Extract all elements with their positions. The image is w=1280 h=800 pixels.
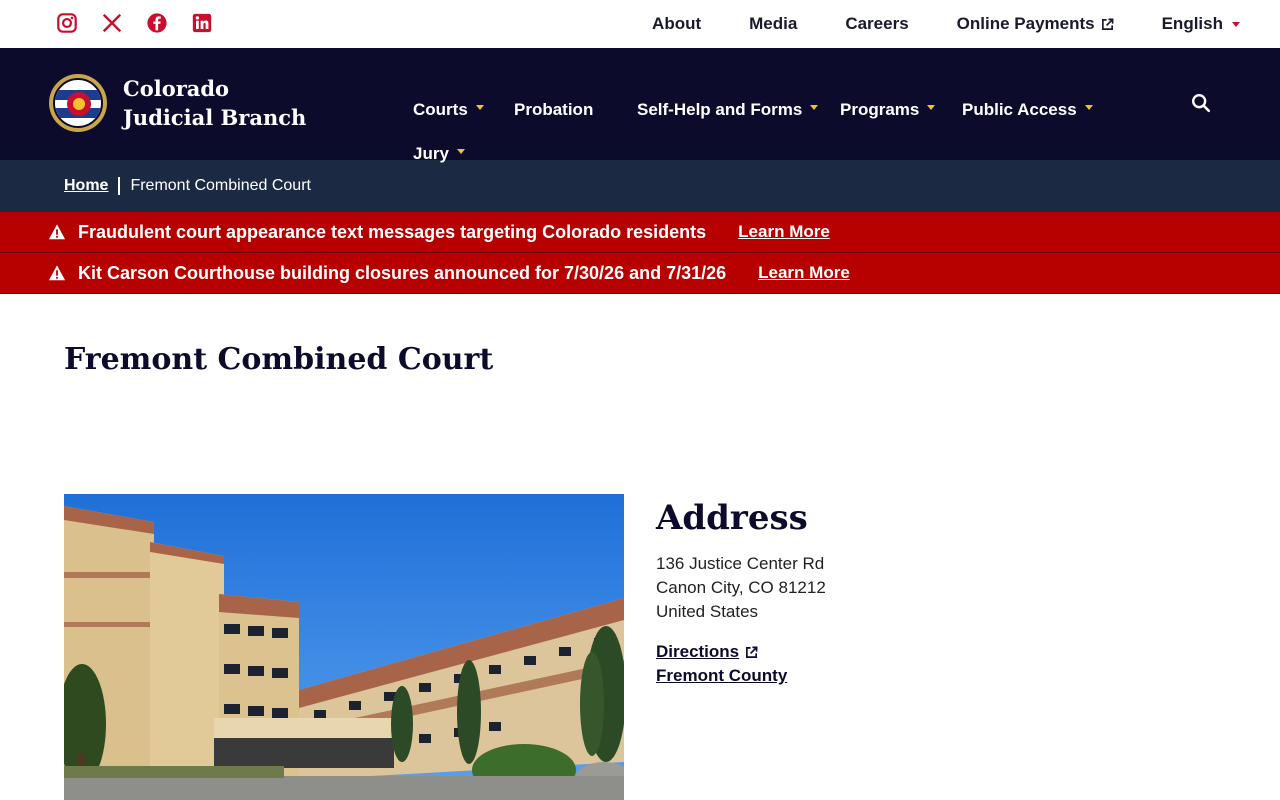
nav-public-access-label: Public Access [962, 100, 1077, 119]
colorado-courts-seal-logo [49, 74, 107, 132]
address-line-street: 136 Justice Center Rd [656, 554, 825, 573]
caret-down-icon [456, 148, 465, 154]
nav-jury[interactable]: Jury [413, 144, 465, 164]
caret-down-icon [927, 104, 936, 110]
breadcrumb-home-link[interactable]: Home [64, 177, 108, 195]
brand-name: Colorado Judicial Branch [123, 76, 307, 130]
alert-banner: Fraudulent court appearance text message… [0, 212, 1280, 253]
directions-label: Directions [656, 642, 740, 661]
instagram-icon [57, 13, 77, 33]
caret-down-icon [1232, 21, 1240, 27]
breadcrumb: Home Fremont Combined Court [0, 160, 1280, 212]
facebook-icon [147, 13, 167, 33]
breadcrumb-separator [118, 177, 121, 195]
linkedin-link[interactable] [191, 12, 215, 36]
online-payments-link[interactable]: Online Payments [957, 14, 1114, 34]
media-link[interactable]: Media [749, 14, 797, 34]
alert-learn-more-link[interactable]: Learn More [758, 263, 850, 283]
address-line-country: United States [656, 602, 759, 621]
about-link[interactable]: About [652, 14, 701, 34]
warning-icon [48, 265, 66, 281]
nav-courts[interactable]: Courts [413, 100, 484, 120]
brand-home-link[interactable]: Colorado Judicial Branch [49, 74, 323, 132]
page-title: Fremont Combined Court [64, 342, 494, 377]
online-payments-label: Online Payments [956, 14, 1095, 33]
instagram-link[interactable] [56, 12, 80, 36]
caret-down-icon [475, 104, 484, 110]
alert-message: Fraudulent court appearance text message… [78, 221, 707, 242]
nav-programs-label: Programs [840, 100, 920, 119]
linkedin-icon [192, 13, 212, 33]
caret-down-icon [1084, 104, 1093, 110]
x-icon [102, 13, 122, 33]
nav-self-help-label: Self-Help and Forms [637, 100, 803, 119]
alert-banner: Kit Carson Courthouse building closures … [0, 253, 1280, 294]
caret-down-icon [810, 104, 819, 110]
county-link[interactable]: Fremont County [656, 664, 826, 688]
address-heading: Address [656, 498, 808, 538]
social-links [56, 12, 236, 36]
nav-public-access[interactable]: Public Access [962, 100, 1093, 120]
nav-programs[interactable]: Programs [840, 100, 936, 120]
warning-icon [48, 224, 66, 240]
address-line-city: Canon City, CO 81212 [656, 578, 826, 597]
nav-probation[interactable]: Probation [514, 100, 593, 120]
site-header: Colorado Judicial Branch Courts Probatio… [0, 48, 1280, 163]
utility-bar: About Media Careers Online Payments Engl… [0, 0, 1280, 48]
external-link-icon [1101, 18, 1114, 30]
language-label: English [1161, 14, 1223, 33]
search-button[interactable] [1190, 92, 1214, 116]
address-section: Address 136 Justice Center Rd Canon City… [656, 496, 826, 688]
courthouse-photo [64, 494, 624, 800]
nav-jury-label: Jury [413, 144, 449, 163]
alert-message: Kit Carson Courthouse building closures … [78, 262, 727, 283]
utility-nav: About Media Careers Online Payments Engl… [604, 0, 1240, 48]
language-selector[interactable]: English [1162, 14, 1240, 34]
external-link-icon [746, 646, 758, 658]
alert-learn-more-link[interactable]: Learn More [738, 222, 830, 242]
nav-self-help[interactable]: Self-Help and Forms [637, 100, 819, 120]
nav-courts-label: Courts [413, 100, 468, 119]
directions-link[interactable]: Directions [656, 640, 826, 664]
search-icon [1192, 94, 1211, 113]
x-link[interactable] [101, 12, 125, 36]
facebook-link[interactable] [146, 12, 170, 36]
breadcrumb-current: Fremont Combined Court [130, 177, 311, 194]
careers-link[interactable]: Careers [845, 14, 908, 34]
